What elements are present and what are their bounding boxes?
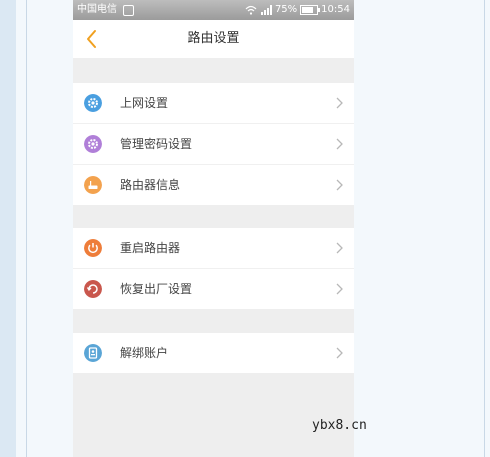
menu-item-admin-password[interactable]: 管理密码设置 bbox=[73, 124, 354, 165]
settings-group-network: 上网设置 管理密码设置 路由器信息 bbox=[73, 83, 354, 205]
phone-screen: 中国电信 75% 10:54 路由设置 上网设置 管理密码设置 路由器信息 重启… bbox=[73, 0, 354, 457]
chevron-right-icon bbox=[336, 347, 343, 359]
menu-item-label: 恢复出厂设置 bbox=[120, 282, 193, 296]
menu-item-factory-reset[interactable]: 恢复出厂设置 bbox=[73, 269, 354, 309]
menu-item-label: 路由器信息 bbox=[120, 178, 181, 192]
status-bar-right: 75% 10:54 bbox=[245, 0, 350, 20]
back-arrow-icon[interactable] bbox=[83, 28, 101, 50]
page-divider-right bbox=[484, 0, 485, 457]
menu-item-label: 管理密码设置 bbox=[120, 137, 193, 151]
status-bar: 中国电信 75% 10:54 bbox=[73, 0, 354, 20]
page-title: 路由设置 bbox=[187, 31, 240, 46]
chevron-right-icon bbox=[336, 138, 343, 150]
gear-icon bbox=[84, 135, 102, 153]
chevron-right-icon bbox=[336, 179, 343, 191]
nav-bar: 路由设置 bbox=[73, 20, 354, 58]
battery-icon bbox=[300, 5, 321, 15]
clock: 10:54 bbox=[321, 4, 350, 15]
carrier-label: 中国电信 bbox=[77, 4, 117, 15]
account-card-icon bbox=[84, 344, 102, 362]
menu-item-label: 解绑账户 bbox=[120, 346, 169, 360]
signal-icon bbox=[260, 5, 272, 15]
menu-item-restart-router[interactable]: 重启路由器 bbox=[73, 228, 354, 269]
settings-group-account: 解绑账户 bbox=[73, 333, 354, 373]
wifi-icon bbox=[245, 5, 257, 15]
menu-item-unbind-account[interactable]: 解绑账户 bbox=[73, 333, 354, 373]
reset-icon bbox=[84, 280, 102, 298]
watermark-text: ybx8.cn bbox=[312, 418, 367, 433]
chevron-right-icon bbox=[336, 283, 343, 295]
settings-group-maintenance: 重启路由器 恢复出厂设置 bbox=[73, 228, 354, 309]
chevron-right-icon bbox=[336, 97, 343, 109]
power-icon bbox=[84, 239, 102, 257]
router-icon bbox=[84, 176, 102, 194]
gear-icon bbox=[84, 94, 102, 112]
battery-percent: 75% bbox=[274, 4, 298, 15]
chevron-right-icon bbox=[336, 242, 343, 254]
page-divider-left bbox=[26, 0, 27, 457]
page-left-gutter bbox=[0, 0, 16, 457]
notification-icon bbox=[123, 5, 134, 16]
menu-item-label: 重启路由器 bbox=[120, 241, 181, 255]
menu-item-label: 上网设置 bbox=[120, 96, 169, 110]
menu-item-router-info[interactable]: 路由器信息 bbox=[73, 165, 354, 205]
menu-item-internet-settings[interactable]: 上网设置 bbox=[73, 83, 354, 124]
